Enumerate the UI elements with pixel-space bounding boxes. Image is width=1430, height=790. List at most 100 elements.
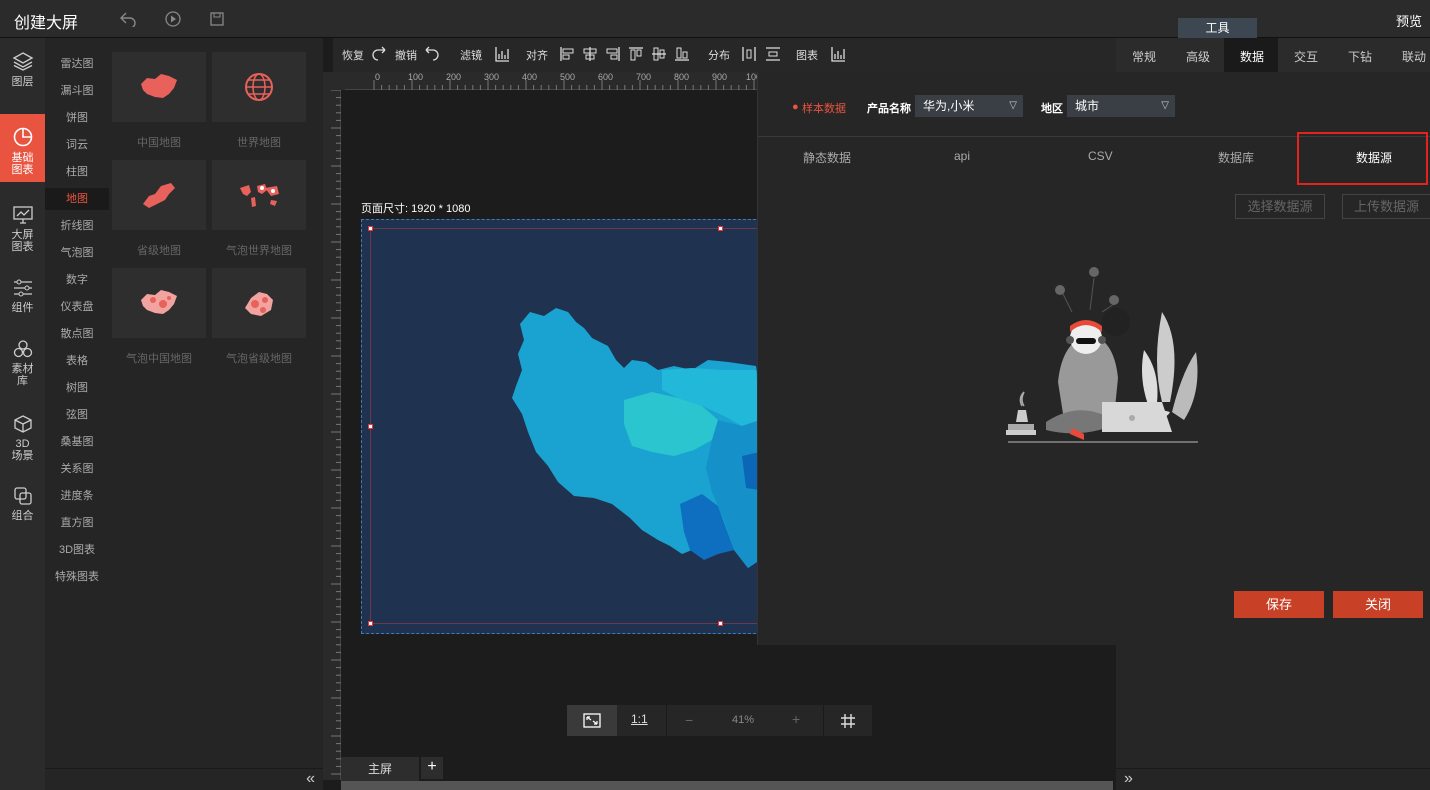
category-item[interactable]: 树图 [45,377,109,399]
select-datasource-button[interactable]: 选择数据源 [1235,194,1325,219]
category-item[interactable]: 折线图 [45,215,109,237]
tab-drilldown[interactable]: 下钻 [1348,48,1372,65]
data-config-dialog: ● 样本数据 产品名称 华为,小米 ▽ 地区 城市 ▽ 静态数据 api CSV… [757,72,1430,645]
product-name-select[interactable]: 华为,小米 ▽ [915,95,1023,117]
category-item[interactable]: 3D图表 [45,539,109,561]
ruler-tick: 600 [598,72,614,82]
category-item-map[interactable]: 地图 [45,188,109,210]
province-map-icon [143,183,175,208]
nav-materials[interactable]: 素材 库 [0,339,45,395]
nav-combine[interactable]: 组合 [0,486,45,531]
upload-datasource-button[interactable]: 上传数据源 [1342,194,1430,219]
zoom-in-button[interactable]: + [792,711,800,727]
app-title: 创建大屏 [14,15,79,32]
filter-button[interactable]: 滤镜 [460,47,482,63]
back-icon[interactable] [118,9,138,29]
distribute-button[interactable]: 分布 [708,47,730,63]
category-item[interactable]: 漏斗图 [45,80,109,102]
save-icon[interactable] [207,9,227,29]
nav-components[interactable]: 组件 [0,278,45,323]
category-item[interactable]: 柱图 [45,161,109,183]
category-item[interactable]: 桑基图 [45,431,109,453]
fit-screen-button[interactable] [567,705,617,736]
divider [823,705,824,736]
category-item[interactable]: 气泡图 [45,242,109,264]
bubble-world-map-thumb[interactable] [212,160,306,230]
category-item[interactable]: 特殊图表 [45,566,109,588]
nav-3d-scene[interactable]: 3D 场景 [0,414,45,470]
world-map-thumb[interactable] [212,52,306,122]
category-item[interactable]: 弦图 [45,404,109,426]
screen-page[interactable] [361,219,761,634]
nav-label: 组件 [11,302,34,314]
ruler-tick: 400 [522,72,538,82]
category-item[interactable]: 雷达图 [45,53,109,75]
source-tab-datasource[interactable]: 数据源 [1356,149,1392,166]
source-tab-database[interactable]: 数据库 [1218,149,1254,166]
zoom-bar: 1:1 − 41% + [567,705,872,736]
nav-layers[interactable]: 图层 [0,50,45,100]
category-item[interactable]: 关系图 [45,458,109,480]
tab-linkage[interactable]: 联动 [1402,48,1426,65]
province-map-thumb[interactable] [112,160,206,230]
distribute-v-icon[interactable] [765,46,781,62]
category-item[interactable]: 直方图 [45,512,109,534]
category-item[interactable]: 饼图 [45,107,109,129]
main-screen-tab[interactable]: 主屏 [341,757,419,781]
ruler-tick: 300 [484,72,500,82]
dialog-params-row: ● 样本数据 产品名称 华为,小米 ▽ 地区 城市 ▽ [758,72,1430,137]
tab-advanced[interactable]: 高级 [1186,48,1210,65]
align-button[interactable]: 对齐 [526,47,548,63]
thumb-label: 气泡中国地图 [126,353,192,365]
collapse-left-icon[interactable]: « [306,770,315,788]
category-item[interactable]: 仪表盘 [45,296,109,318]
align-right-icon[interactable] [605,46,621,62]
chart-button[interactable]: 图表 [796,47,818,63]
align-center-v-icon[interactable] [651,46,667,62]
expand-right-icon[interactable]: » [1124,770,1133,788]
horizontal-scrollbar[interactable] [341,781,1113,790]
region-select[interactable]: 城市 ▽ [1067,95,1175,117]
align-bottom-icon[interactable] [674,46,690,62]
undo-button[interactable]: 撤销 [395,47,417,63]
distribute-h-icon[interactable] [741,46,757,62]
align-left-icon[interactable] [559,46,575,62]
tools-tab[interactable]: 工具 [1178,18,1257,38]
add-screen-button[interactable]: + [421,757,443,779]
grid-icon[interactable] [840,713,856,729]
filter-chart-icon[interactable] [494,46,510,62]
layers-icon [12,52,33,71]
category-item[interactable]: 散点图 [45,323,109,345]
one-to-one-button[interactable]: 1:1 [631,712,648,726]
play-icon[interactable] [163,9,183,29]
close-button[interactable]: 关闭 [1333,591,1423,618]
thumb-label: 省级地图 [137,245,181,257]
redo-button[interactable]: 恢复 [342,47,364,63]
source-tab-api[interactable]: api [954,149,970,163]
save-button[interactable]: 保存 [1234,591,1324,618]
bubble-china-map-thumb[interactable] [112,268,206,338]
chart-bar-icon[interactable] [830,46,846,62]
category-item[interactable]: 数字 [45,269,109,291]
zoom-out-button[interactable]: − [685,712,693,728]
source-tab-csv[interactable]: CSV [1088,149,1113,163]
preview-button[interactable]: 预览 [1396,11,1422,30]
bubble-china-map-icon [141,290,177,314]
china-map-thumb[interactable] [112,52,206,122]
nav-screen-charts[interactable]: 大屏 图表 [0,205,45,260]
category-item[interactable]: 词云 [45,134,109,156]
nav-label: 组合 [11,510,34,522]
redo-icon[interactable] [371,46,387,62]
undo-icon[interactable] [424,46,440,62]
right-panel-footer: » [1116,768,1430,790]
tab-data[interactable]: 数据 [1240,48,1264,65]
tab-general[interactable]: 常规 [1132,48,1156,65]
category-item[interactable]: 表格 [45,350,109,372]
source-tab-static[interactable]: 静态数据 [803,149,851,166]
align-center-h-icon[interactable] [582,46,598,62]
tab-interaction[interactable]: 交互 [1294,48,1318,65]
align-top-icon[interactable] [628,46,644,62]
category-item[interactable]: 进度条 [45,485,109,507]
bubble-province-map-thumb[interactable] [212,268,306,338]
nav-basic-charts[interactable]: 基础 图表 [0,114,45,182]
